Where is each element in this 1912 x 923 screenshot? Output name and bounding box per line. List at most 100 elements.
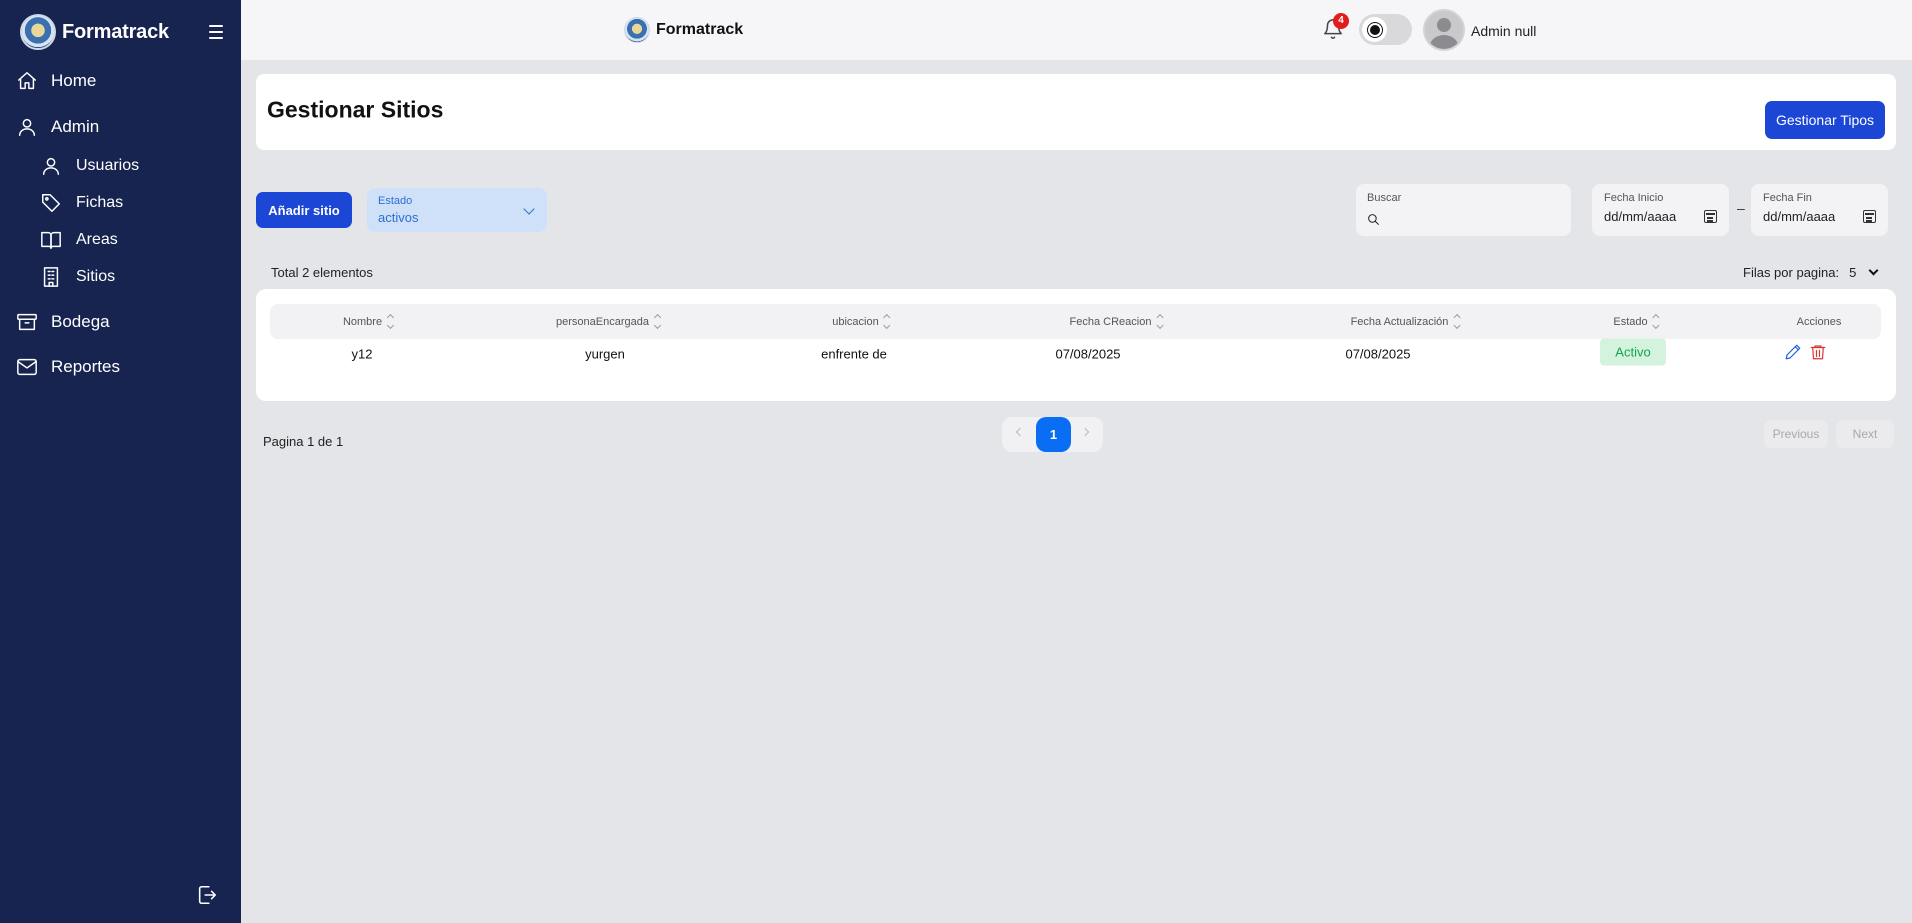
- sidebar-item-label: Sitios: [76, 268, 116, 285]
- search-input[interactable]: [1386, 208, 1561, 230]
- sidebar-item-sitios[interactable]: Sitios: [40, 266, 115, 288]
- sidebar-brand[interactable]: Formatrack: [20, 14, 169, 50]
- column-header-fecha-creacion[interactable]: Fecha CReacion: [1069, 304, 1164, 339]
- sidebar-item-home[interactable]: Home: [16, 70, 96, 92]
- topbar-brand-name: Formatrack: [656, 21, 744, 38]
- column-header-label: Estado: [1613, 315, 1648, 328]
- page-number-button[interactable]: 1: [1036, 417, 1071, 452]
- column-header-acciones: Acciones: [1797, 304, 1842, 339]
- column-header-label: personaEncargada: [556, 315, 649, 328]
- cell-nombre: y12: [351, 346, 373, 362]
- column-header-ubicacion[interactable]: ubicacion: [832, 304, 891, 339]
- sidebar: Formatrack Home Admin Usuarios Fichas Ar…: [0, 0, 241, 923]
- menu-toggle-icon[interactable]: [206, 24, 226, 40]
- sidebar-item-usuarios[interactable]: Usuarios: [40, 155, 139, 177]
- column-header-fecha-actualizacion[interactable]: Fecha Actualización: [1351, 304, 1461, 339]
- sidebar-item-label: Usuarios: [76, 157, 140, 174]
- sidebar-item-label: Fichas: [76, 194, 124, 211]
- rows-per-page-label: Filas por pagina:: [1743, 265, 1840, 280]
- search-label: Buscar: [1367, 192, 1402, 204]
- building-icon: [43, 267, 59, 287]
- table-header: Nombre personaEncargada ubicacion Fecha …: [270, 304, 1881, 339]
- column-header-label: Nombre: [342, 315, 383, 328]
- search-field[interactable]: Buscar: [1356, 184, 1571, 236]
- notification-count-badge: 4: [1333, 13, 1349, 29]
- fecha-fin-label: Fecha Fin: [1763, 192, 1812, 204]
- sidebar-item-admin[interactable]: Admin: [16, 116, 99, 138]
- column-header-label: Fecha CReacion: [1069, 315, 1152, 328]
- fecha-inicio-label: Fecha Inicio: [1604, 192, 1664, 204]
- sort-icon: [387, 313, 395, 330]
- page-header-card: Gestionar Sitios Gestionar Tipos: [256, 74, 1896, 150]
- status-badge: Activo: [1600, 338, 1666, 366]
- cell-fecha-creacion: 07/08/2025: [1055, 346, 1121, 362]
- cell-persona: yurgen: [585, 346, 625, 362]
- sidebar-item-areas[interactable]: Areas: [40, 229, 118, 251]
- sidebar-item-label: Reportes: [51, 357, 120, 376]
- previous-button[interactable]: Previous: [1764, 420, 1828, 448]
- mail-icon: [17, 358, 37, 376]
- delete-button[interactable]: [1809, 343, 1829, 363]
- chevron-down-icon: [523, 203, 535, 215]
- estado-select[interactable]: Estado activos: [367, 188, 547, 232]
- fecha-fin-field[interactable]: Fecha Fin dd/mm/aaaa: [1751, 184, 1888, 236]
- user-name: Admin null: [1471, 23, 1537, 39]
- fecha-inicio-field[interactable]: Fecha Inicio dd/mm/aaaa: [1592, 184, 1729, 236]
- column-header-persona[interactable]: personaEncargada: [556, 304, 662, 339]
- user-icon: [18, 118, 36, 136]
- sidebar-item-bodega[interactable]: Bodega: [16, 311, 110, 333]
- book-icon: [41, 231, 61, 249]
- sidebar-item-label: Bodega: [51, 312, 110, 331]
- rows-per-page-select[interactable]: Filas por pagina: 5: [1743, 265, 1879, 280]
- sort-icon: [883, 313, 891, 330]
- sort-icon: [1156, 313, 1164, 330]
- cell-fecha-actualizacion: 07/08/2025: [1345, 346, 1411, 362]
- sidebar-item-label: Admin: [51, 117, 100, 136]
- estado-select-value: activos: [378, 210, 419, 225]
- pencil-icon: [1785, 344, 1801, 360]
- page-info: Pagina 1 de 1: [263, 434, 344, 449]
- calendar-icon[interactable]: [1704, 210, 1717, 223]
- sidebar-brand-name: Formatrack: [62, 20, 169, 43]
- sidebar-item-label: Home: [51, 71, 97, 90]
- sidebar-item-fichas[interactable]: Fichas: [40, 192, 123, 214]
- column-header-label: Acciones: [1796, 315, 1842, 328]
- pagination-control: 1: [1002, 417, 1103, 452]
- cell-ubicacion: enfrente de: [821, 346, 887, 362]
- formatrack-logo: [624, 17, 650, 43]
- column-header-estado[interactable]: Estado: [1613, 304, 1660, 339]
- tag-icon: [42, 194, 60, 212]
- manage-types-button[interactable]: Gestionar Tipos: [1765, 101, 1885, 139]
- next-button[interactable]: Next: [1836, 420, 1894, 448]
- fecha-fin-input[interactable]: dd/mm/aaaa: [1763, 209, 1835, 224]
- fecha-inicio-input[interactable]: dd/mm/aaaa: [1604, 209, 1676, 224]
- chevron-right-icon[interactable]: [1080, 427, 1090, 437]
- chevron-left-icon[interactable]: [1015, 427, 1025, 437]
- page-title: Gestionar Sitios: [267, 96, 444, 123]
- column-header-label: ubicacion: [832, 315, 879, 328]
- rows-per-page-value: 5: [1849, 265, 1857, 280]
- theme-toggle[interactable]: [1359, 14, 1412, 45]
- sort-icon: [1652, 313, 1660, 330]
- archive-icon: [17, 313, 37, 331]
- sort-icon: [653, 313, 662, 330]
- date-range-separator: –: [1737, 200, 1745, 216]
- estado-select-label: Estado: [378, 195, 413, 207]
- calendar-icon[interactable]: [1863, 210, 1876, 223]
- chevron-down-icon: [1868, 265, 1879, 276]
- user-avatar[interactable]: [1423, 9, 1465, 51]
- add-site-button[interactable]: Añadir sitio: [256, 192, 352, 228]
- home-icon: [18, 72, 36, 90]
- total-elements: Total 2 elementos: [271, 265, 373, 280]
- logout-icon[interactable]: [196, 884, 218, 906]
- search-icon: [1368, 214, 1379, 225]
- edit-button[interactable]: [1784, 343, 1804, 363]
- notifications-button[interactable]: 4: [1322, 13, 1349, 42]
- formatrack-logo: [20, 14, 56, 50]
- sites-table: Nombre personaEncargada ubicacion Fecha …: [256, 289, 1896, 401]
- trash-icon: [1810, 345, 1826, 360]
- sidebar-item-reportes[interactable]: Reportes: [16, 356, 120, 378]
- column-header-nombre[interactable]: Nombre: [342, 304, 395, 339]
- theme-toggle-knob: [1362, 17, 1387, 42]
- user-icon: [42, 157, 60, 175]
